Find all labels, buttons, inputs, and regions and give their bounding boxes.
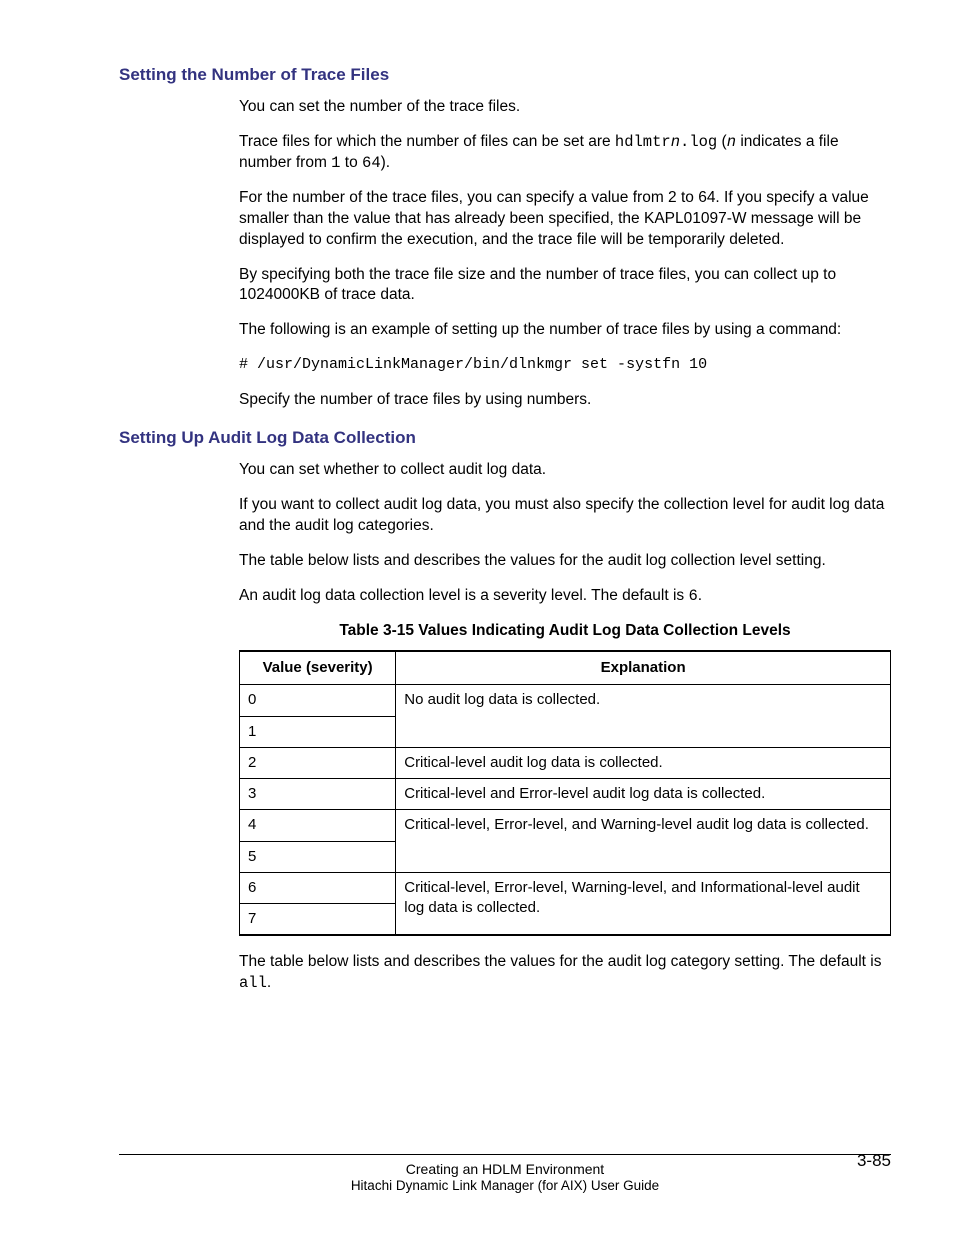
text: The table below lists and describes the …	[239, 953, 881, 970]
code-text: n	[727, 133, 736, 151]
code-text: 6	[688, 587, 697, 605]
footer-line: Creating an HDLM Environment	[119, 1161, 891, 1177]
table-cell: 7	[240, 904, 396, 936]
page-number: 3-85	[857, 1151, 891, 1171]
paragraph: You can set whether to collect audit log…	[239, 460, 891, 481]
text: to	[340, 154, 362, 171]
paragraph: If you want to collect audit log data, y…	[239, 495, 891, 537]
table-cell: 6	[240, 872, 396, 903]
text: ).	[381, 154, 390, 171]
table-cell: No audit log data is collected.	[396, 685, 891, 748]
table-cell: Critical-level, Error-level, and Warning…	[396, 810, 891, 873]
table-cell: 3	[240, 779, 396, 810]
table-cell: Critical-level audit log data is collect…	[396, 747, 891, 778]
table-header: Explanation	[396, 651, 891, 685]
table-cell: 0	[240, 685, 396, 716]
table-cell: 2	[240, 747, 396, 778]
text: Trace files for which the number of file…	[239, 133, 615, 150]
text: (	[717, 133, 726, 150]
paragraph: Trace files for which the number of file…	[239, 132, 891, 174]
table-cell: 4	[240, 810, 396, 841]
paragraph: The table below lists and describes the …	[239, 952, 891, 994]
table-cell: 5	[240, 841, 396, 872]
paragraph: An audit log data collection level is a …	[239, 586, 891, 607]
text: An audit log data collection level is a …	[239, 587, 688, 604]
code-text: hdlmtr	[615, 133, 671, 151]
audit-log-levels-table: Value (severity) Explanation 0 No audit …	[239, 650, 891, 936]
paragraph: Specify the number of trace files by usi…	[239, 390, 891, 411]
text: .	[267, 974, 271, 991]
table-cell: 1	[240, 716, 396, 747]
footer-rule	[119, 1154, 891, 1155]
code-text: 64	[362, 154, 381, 172]
paragraph: By specifying both the trace file size a…	[239, 265, 891, 307]
command-example: # /usr/DynamicLinkManager/bin/dlnkmgr se…	[239, 355, 891, 375]
text: .	[698, 587, 702, 604]
table-caption: Table 3-15 Values Indicating Audit Log D…	[239, 621, 891, 642]
table-cell: Critical-level, Error-level, Warning-lev…	[396, 872, 891, 935]
paragraph: For the number of the trace files, you c…	[239, 188, 891, 251]
section-heading-trace-files: Setting the Number of Trace Files	[119, 65, 891, 85]
table-header: Value (severity)	[240, 651, 396, 685]
code-text: all	[239, 974, 267, 992]
code-text: n	[671, 133, 680, 151]
code-text: .log	[680, 133, 717, 151]
table-cell: Critical-level and Error-level audit log…	[396, 779, 891, 810]
footer-line: Hitachi Dynamic Link Manager (for AIX) U…	[119, 1178, 891, 1193]
paragraph: The following is an example of setting u…	[239, 320, 891, 341]
page-footer: 3-85 Creating an HDLM Environment Hitach…	[119, 1154, 891, 1193]
paragraph: The table below lists and describes the …	[239, 551, 891, 572]
paragraph: You can set the number of the trace file…	[239, 97, 891, 118]
section-heading-audit-log: Setting Up Audit Log Data Collection	[119, 428, 891, 448]
